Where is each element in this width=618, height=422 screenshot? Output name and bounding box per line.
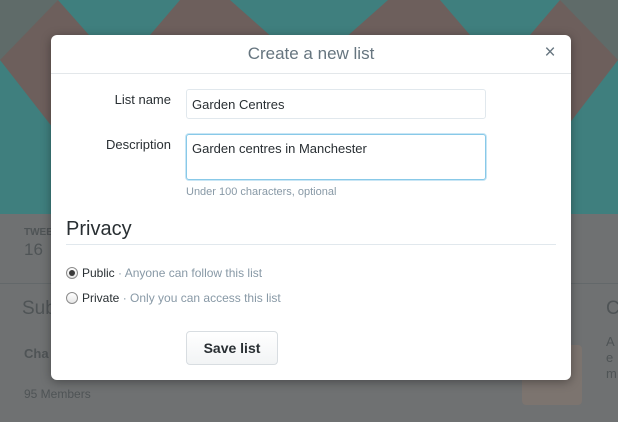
description-hint: Under 100 characters, optional	[186, 186, 337, 198]
privacy-option-private[interactable]: Private · Only you can access this list	[66, 291, 281, 305]
public-radio[interactable]	[66, 267, 78, 279]
list-name-label: List name	[114, 92, 171, 107]
description-label: Description	[105, 137, 171, 152]
right-column-heading: C	[606, 298, 618, 319]
close-icon[interactable]: ×	[541, 43, 559, 63]
dialog-header: Create a new list ×	[51, 35, 571, 74]
public-label[interactable]: Public	[82, 266, 115, 280]
right-column-text: A e m	[606, 334, 617, 381]
privacy-option-public[interactable]: Public · Anyone can follow this list	[66, 266, 262, 280]
list-owner-name: Cha	[24, 346, 49, 361]
description-input[interactable]: Garden centres in Manchester	[186, 134, 486, 180]
save-list-button[interactable]: Save list	[186, 331, 278, 365]
private-description: · Only you can access this list	[122, 291, 281, 305]
privacy-divider	[66, 244, 556, 245]
dialog-title: Create a new list	[247, 44, 375, 63]
members-count: 95 Members	[24, 387, 91, 401]
create-list-dialog: Create a new list × List name Descriptio…	[51, 35, 571, 380]
tweets-count: 16	[24, 240, 43, 259]
privacy-heading: Privacy	[66, 218, 132, 240]
private-radio[interactable]	[66, 292, 78, 304]
tweets-label: TWEE	[24, 227, 53, 238]
public-description: · Anyone can follow this list	[118, 266, 263, 280]
list-name-input[interactable]	[186, 89, 486, 119]
private-label[interactable]: Private	[82, 291, 119, 305]
